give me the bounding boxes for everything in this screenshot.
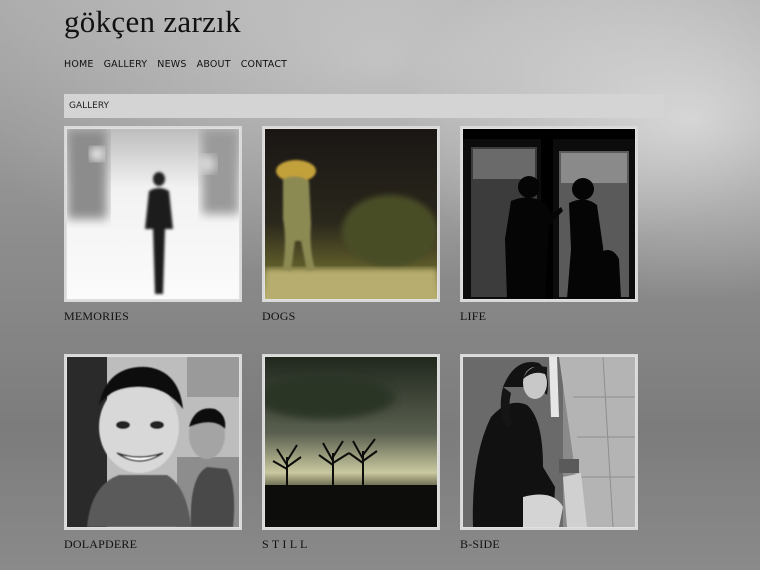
gallery-caption[interactable]: LIFE	[460, 309, 638, 324]
thumbnail-frame[interactable]	[460, 126, 638, 302]
main-nav: HOME GALLERY NEWS ABOUT CONTACT	[64, 59, 287, 70]
dogs-photo	[265, 129, 437, 299]
gallery-item-still[interactable]: S T I L L	[262, 354, 440, 552]
thumbnail-frame[interactable]	[262, 126, 440, 302]
nav-contact[interactable]: CONTACT	[241, 59, 287, 70]
nav-about[interactable]: ABOUT	[197, 59, 231, 70]
gallery-caption[interactable]: B-SIDE	[460, 537, 638, 552]
site-title[interactable]: gökçen zarzık	[64, 4, 241, 40]
section-label: GALLERY	[69, 101, 110, 111]
gallery-caption[interactable]: DOGS	[262, 309, 440, 324]
nav-news[interactable]: NEWS	[157, 59, 186, 70]
b-side-photo	[463, 357, 635, 527]
nav-home[interactable]: HOME	[64, 59, 94, 70]
thumbnail-frame[interactable]	[64, 126, 242, 302]
still-photo	[265, 357, 437, 527]
gallery-item-dolapdere[interactable]: DOLAPDERE	[64, 354, 242, 552]
section-header: GALLERY	[64, 94, 664, 118]
dolapdere-photo	[67, 357, 239, 527]
nav-gallery[interactable]: GALLERY	[104, 59, 148, 70]
gallery-caption[interactable]: DOLAPDERE	[64, 537, 242, 552]
gallery-item-life[interactable]: LIFE	[460, 126, 638, 324]
thumbnail-frame[interactable]	[460, 354, 638, 530]
memories-photo	[67, 129, 239, 299]
gallery-item-b-side[interactable]: B-SIDE	[460, 354, 638, 552]
gallery-item-memories[interactable]: MEMORIES	[64, 126, 242, 324]
thumbnail-frame[interactable]	[64, 354, 242, 530]
gallery-caption[interactable]: S T I L L	[262, 537, 440, 552]
thumbnail-frame[interactable]	[262, 354, 440, 530]
gallery-caption[interactable]: MEMORIES	[64, 309, 242, 324]
life-photo	[463, 129, 635, 299]
gallery-item-dogs[interactable]: DOGS	[262, 126, 440, 324]
